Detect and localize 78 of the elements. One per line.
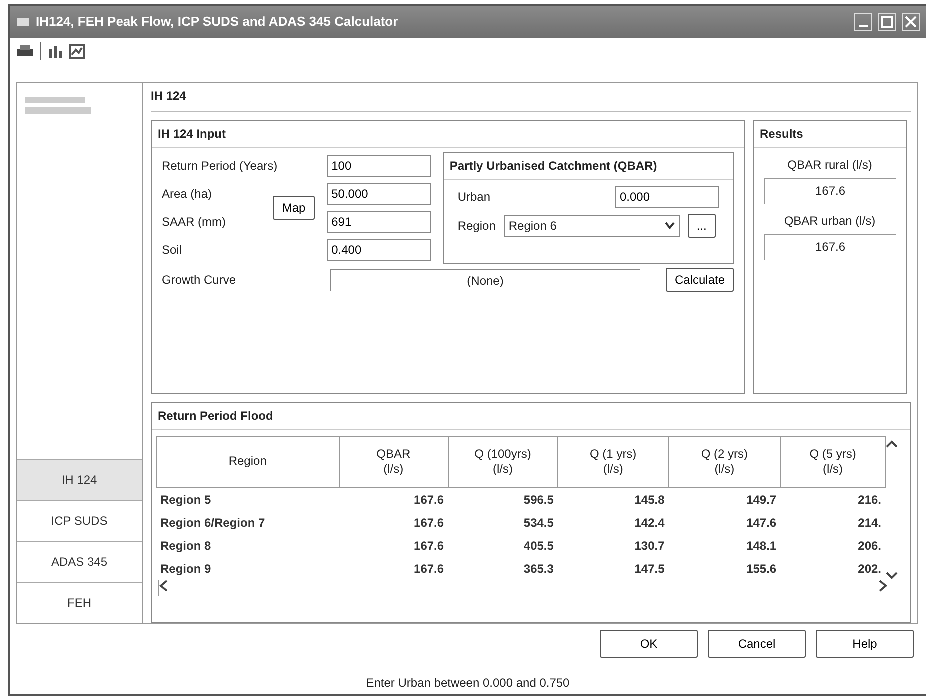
table-cell: 145.8 [558, 488, 669, 512]
field-label: Urban [458, 189, 491, 206]
table-cell-text: 147.6 [746, 514, 778, 532]
printer-icon[interactable] [16, 43, 34, 59]
table-cell-text: 130.7 [634, 538, 666, 555]
maximize-button[interactable] [878, 13, 896, 31]
table-cell-text: 214. [857, 514, 882, 532]
table-cell-text: Region 6/Region 7 [160, 514, 266, 532]
result-label: QBAR rural (l/s) [786, 157, 874, 174]
table-cell-text: 405.5 [522, 538, 555, 555]
chevron-up-icon[interactable] [886, 440, 898, 448]
region-dropdown[interactable]: Region 6 [504, 215, 680, 237]
column-header: QBAR (l/s) [339, 436, 448, 488]
chart-icon[interactable] [69, 43, 85, 59]
column-header: Q (100yrs) (l/s) [448, 436, 558, 488]
column-header: Q (5 yrs) (l/s) [780, 436, 886, 488]
dialog-button[interactable]: Help [816, 630, 914, 658]
result-value-field: 167.6 [764, 178, 896, 204]
table-cell-text: 365.3 [522, 560, 555, 578]
group-title: Partly Urbanised Catchment (QBAR) [444, 153, 733, 180]
field-label: Growth Curve [162, 272, 238, 289]
page-title: IH 124 [151, 85, 911, 112]
input-field[interactable]: 0.400 [326, 239, 431, 261]
table-cell: 596.5 [448, 488, 558, 512]
map-button[interactable]: Map [273, 196, 315, 220]
panel-title: Results [754, 121, 906, 148]
column-header: Q (2 yrs) (l/s) [668, 436, 781, 488]
table-cell-text: 142.4 [634, 514, 666, 532]
table-cell-text: Region 9 [160, 560, 212, 578]
field-label: Soil [162, 242, 182, 259]
status-text: Enter Urban between 0.000 and 0.750 [365, 675, 571, 692]
window-title: IH124, FEH Peak Flow, ICP SUDS and ADAS 345 Calculator [36, 13, 400, 32]
result-label: QBAR urban (l/s) [783, 213, 877, 230]
close-button[interactable] [902, 13, 920, 31]
table-cell-text: 202. [857, 560, 882, 578]
column-header: Q (1 yrs) (l/s) [558, 436, 669, 488]
growth-curve-field[interactable]: (None) [330, 269, 640, 291]
field-label: Area (ha) [162, 186, 212, 203]
panel-title: IH 124 Input [152, 121, 744, 148]
column-header: Region [156, 436, 340, 488]
close-icon [903, 14, 919, 30]
table-cell-text: 167.6 [413, 560, 446, 578]
maximize-icon [879, 14, 895, 30]
table-cell-text: 167.6 [413, 514, 446, 532]
browse-button[interactable]: ... [688, 214, 716, 238]
calculate-button[interactable]: Calculate [666, 268, 734, 292]
input-field[interactable]: 691 [326, 211, 431, 233]
field-label: SAAR (mm) [162, 214, 226, 231]
table-cell-text: 534.5 [522, 514, 555, 532]
chevron-down-icon[interactable] [886, 572, 898, 580]
side-tab[interactable]: IH 124 [17, 459, 142, 500]
table-cell-text: Region 8 [160, 538, 212, 555]
minimize-icon [858, 25, 868, 27]
input-field[interactable]: 0.000 [615, 186, 719, 208]
field-label: Return Period (Years) [162, 158, 278, 175]
dialog-button[interactable]: OK [600, 630, 698, 658]
table-cell: Region 5 [156, 488, 340, 512]
table-cell: 216. [780, 488, 886, 512]
field-label: Region [458, 218, 496, 235]
chevron-right-icon[interactable] [878, 580, 888, 592]
input-field[interactable]: 50.000 [326, 183, 431, 205]
minimize-button[interactable] [854, 13, 872, 31]
table-cell-text: 155.6 [746, 560, 778, 578]
app-icon [16, 15, 30, 29]
table-cell: 167.6 [339, 488, 448, 512]
table-cell-text: 167.6 [413, 538, 446, 555]
chevron-left-icon[interactable] [159, 580, 169, 592]
table-cell-text: 148.1 [746, 538, 778, 555]
input-field[interactable]: 100 [326, 155, 431, 177]
table-cell-text: 206. [857, 538, 882, 555]
table-cell-text: 147.5 [634, 560, 666, 578]
horizontal-scrollbar[interactable] [158, 580, 888, 596]
panel-title: Return Period Flood [152, 403, 910, 430]
chevron-down-icon [664, 222, 675, 230]
chart-icon[interactable] [47, 43, 63, 59]
result-value-field: 167.6 [764, 234, 896, 260]
table-cell: 149.7 [668, 488, 781, 512]
dialog-button[interactable]: Cancel [708, 630, 806, 658]
